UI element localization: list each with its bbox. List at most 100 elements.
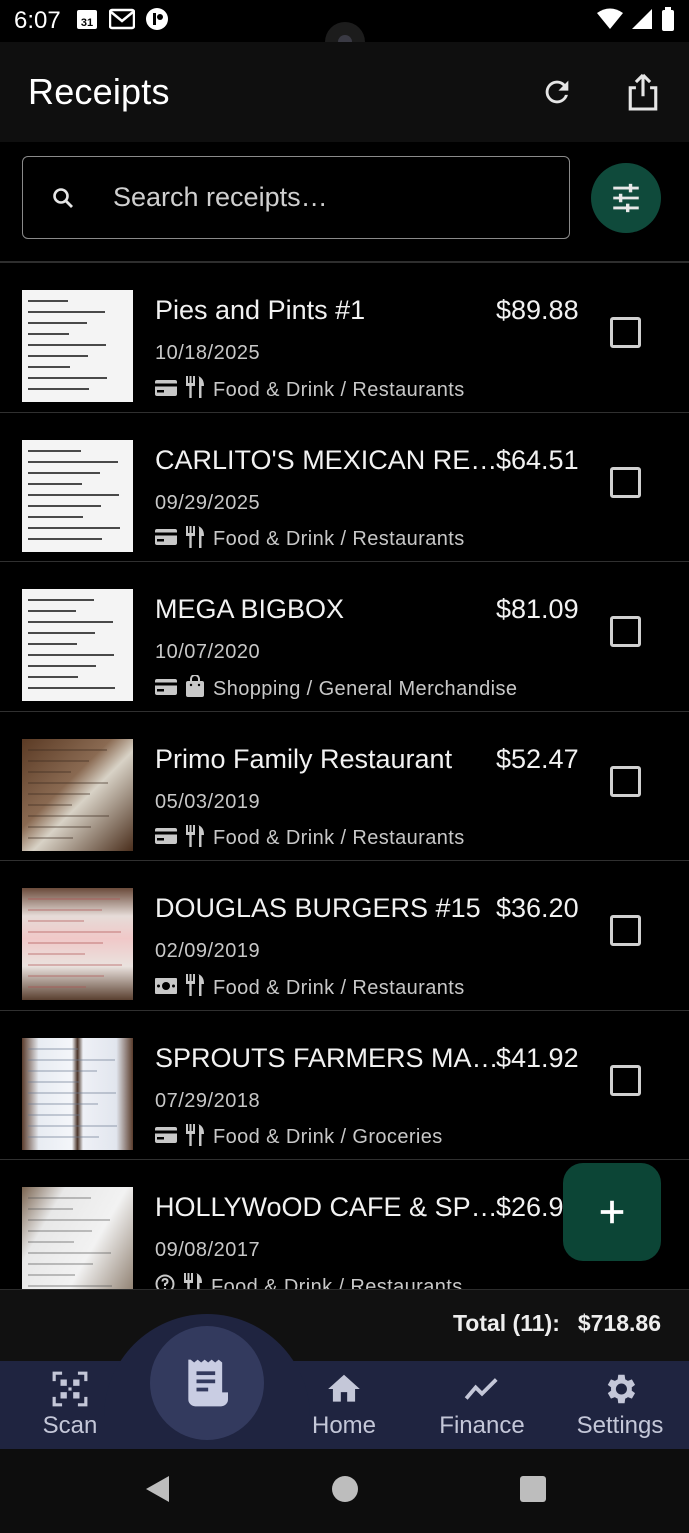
- receipt-thumbnail-line: [28, 953, 85, 955]
- receipt-thumbnail-line: [28, 836, 73, 839]
- cell-signal-icon: [631, 8, 653, 35]
- receipt-thumbnail-line: [28, 344, 106, 346]
- receipt-thumbnail-line: [28, 1219, 110, 1221]
- receipt-category-line: Food & Drink / Restaurants: [155, 824, 465, 853]
- receipt-row[interactable]: DOUGLAS BURGERS #15 $36.20 02/09/2019 Food …: [0, 861, 689, 1011]
- receipt-thumbnail-line: [28, 449, 81, 452]
- receipt-category-line: Food & Drink / Restaurants: [155, 974, 465, 1002]
- receipt-thumbnail-line: [28, 632, 95, 634]
- receipt-category-line: Food & Drink / Restaurants: [155, 1273, 463, 1289]
- receipt-row[interactable]: Pies and Pints #1 $89.88 10/18/2025 Food & …: [0, 263, 689, 413]
- utensils-icon: [185, 376, 205, 404]
- receipt-thumbnail[interactable]: [22, 888, 133, 1000]
- receipt-thumbnail-line: [28, 781, 108, 784]
- receipt-thumbnail-line: [28, 1080, 79, 1083]
- home-system-button[interactable]: [331, 1475, 359, 1508]
- receipt-row[interactable]: Primo Family Restaurant $52.47 05/03/2019 F…: [0, 712, 689, 861]
- receipt-thumbnail-line: [28, 964, 122, 966]
- receipt-list[interactable]: Pies and Pints #1 $89.88 10/18/2025 Food & …: [0, 263, 689, 1289]
- total-bar: Total (11): $718.86: [0, 1289, 689, 1361]
- refresh-icon: [545, 80, 569, 104]
- receipt-amount: $64.51: [496, 444, 579, 475]
- receipt-thumbnail-line: [28, 482, 82, 485]
- utensils-icon: [185, 525, 205, 554]
- receipt-amount: $41.92: [496, 1042, 579, 1073]
- receipt-date: 09/29/2025: [155, 491, 261, 514]
- receipt-thumbnail-line: [28, 471, 100, 474]
- receipt-thumbnail-line: [28, 515, 83, 518]
- nav-settings-label: Settings: [576, 1412, 664, 1439]
- status-time: 6:07: [14, 7, 61, 34]
- nav-scan-label: Scan: [42, 1412, 98, 1439]
- plus-icon: [600, 1200, 624, 1224]
- filter-button[interactable]: [591, 163, 661, 233]
- receipt-date: 07/29/2018: [155, 1089, 261, 1112]
- recents-button[interactable]: [519, 1475, 547, 1508]
- receipt-select-checkbox[interactable]: [610, 915, 641, 946]
- qr-scan-icon: [52, 1371, 88, 1407]
- nav-receipts-button[interactable]: [150, 1326, 264, 1440]
- receipt-category-line: Shopping / General Merchandise: [155, 674, 517, 703]
- total-label: Total (11):: [452, 1310, 560, 1336]
- receipt-thumbnail[interactable]: [22, 290, 133, 402]
- receipt-row[interactable]: CARLITO'S MEXICAN RE… $64.51 09/29/2025 Foo…: [0, 413, 689, 562]
- share-button[interactable]: [625, 73, 661, 111]
- receipt-thumbnail[interactable]: [22, 1187, 133, 1289]
- receipt-thumbnail-line: [28, 909, 102, 911]
- receipt-category: Food & Drink / Restaurants: [213, 528, 465, 550]
- receipt-select-checkbox[interactable]: [610, 1064, 641, 1096]
- receipt-thumbnail-line: [28, 1124, 117, 1127]
- receipt-thumbnail-line: [28, 942, 103, 944]
- search-icon: [53, 187, 73, 208]
- receipt-thumbnail-line: [28, 621, 113, 623]
- receipt-thumbnail-line: [28, 792, 90, 795]
- receipt-select-checkbox[interactable]: [610, 765, 641, 797]
- receipt-category: Food & Drink / Groceries: [213, 1126, 443, 1148]
- credit-card-icon: [155, 678, 177, 701]
- receipt-select-checkbox[interactable]: [610, 616, 641, 647]
- receipt-thumbnail-line: [28, 1285, 112, 1287]
- receipt-merchant: Pies and Pints #1: [155, 295, 366, 325]
- receipt-thumbnail[interactable]: [22, 738, 133, 851]
- utensils-icon: [185, 974, 205, 1002]
- receipt-thumbnail-line: [28, 1208, 73, 1210]
- search-input[interactable]: [113, 182, 513, 213]
- utensils-icon: [185, 824, 205, 853]
- nav-finance[interactable]: Finance: [412, 1361, 552, 1449]
- receipt-select-checkbox[interactable]: [610, 317, 641, 348]
- refresh-button[interactable]: [539, 74, 575, 110]
- receipt-select-checkbox[interactable]: [610, 466, 641, 498]
- question-icon: [155, 1274, 175, 1289]
- receipt-thumbnail-line: [28, 333, 69, 335]
- receipt-row[interactable]: MEGA BIGBOX $81.09 10/07/2020 Shopping / Ge…: [0, 562, 689, 712]
- nav-settings[interactable]: Settings: [550, 1361, 689, 1449]
- receipt-thumbnail-line: [28, 493, 119, 496]
- receipt-thumbnail-line: [28, 643, 77, 645]
- search-row: [0, 142, 689, 262]
- receipt-thumbnail[interactable]: [22, 439, 133, 552]
- receipt-thumbnail-line: [28, 1058, 115, 1061]
- receipt-amount: $52.47: [496, 743, 579, 774]
- receipt-thumbnail-line: [28, 1274, 75, 1276]
- app-bar: Receipts: [0, 42, 689, 142]
- receipt-thumbnail-line: [28, 803, 72, 806]
- svg-text:31: 31: [81, 17, 93, 29]
- trending-line-icon: [464, 1378, 498, 1400]
- nav-scan[interactable]: Scan: [0, 1361, 140, 1449]
- back-button[interactable]: [143, 1474, 171, 1509]
- receipt-amount: $89.88: [496, 295, 579, 325]
- receipt-row[interactable]: SPROUTS FARMERS MA… $41.92 07/29/2018 Food …: [0, 1011, 689, 1160]
- nav-finance-label: Finance: [439, 1412, 525, 1439]
- add-receipt-button[interactable]: [563, 1163, 661, 1261]
- search-field[interactable]: [22, 156, 570, 239]
- receipt-thumbnail-line: [28, 770, 71, 773]
- nav-home[interactable]: Home: [274, 1361, 414, 1449]
- receipt-thumbnail-line: [28, 920, 84, 922]
- calendar-icon: 31: [75, 7, 99, 36]
- credit-card-icon: [155, 379, 177, 402]
- receipt-thumbnail-line: [28, 1252, 111, 1254]
- receipt-thumbnail[interactable]: [22, 1037, 133, 1150]
- receipt-thumbnail-line: [28, 748, 107, 751]
- nav-home-label: Home: [311, 1412, 377, 1439]
- receipt-thumbnail[interactable]: [22, 589, 133, 701]
